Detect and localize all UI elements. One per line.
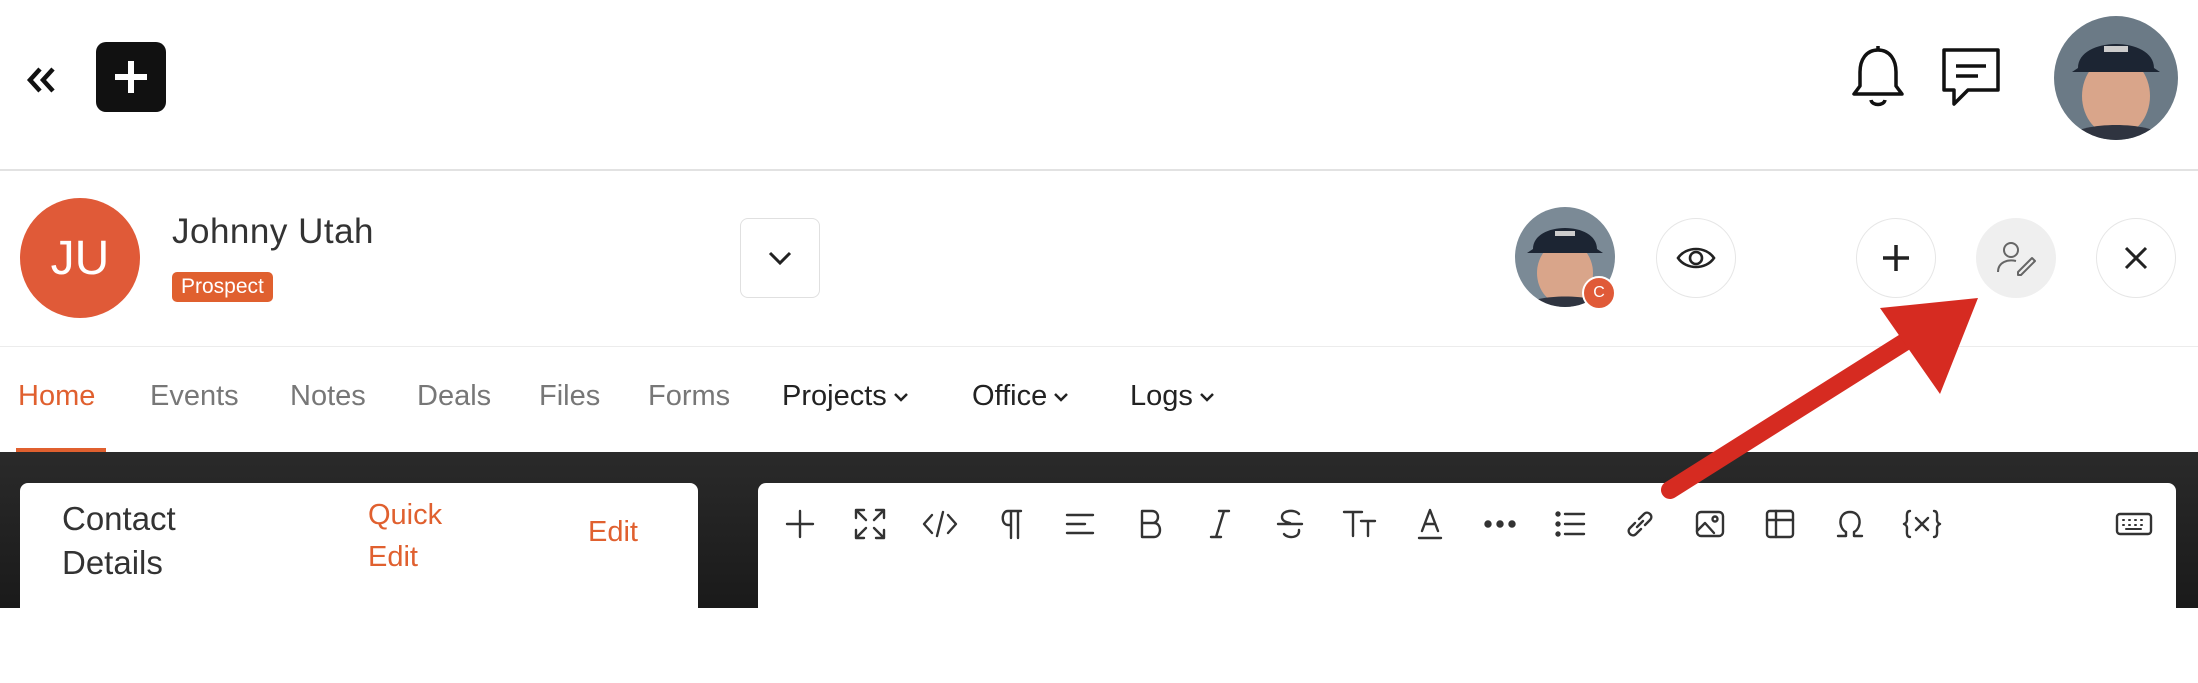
user-edit-icon xyxy=(1997,242,2036,276)
plus-icon xyxy=(1883,245,1909,271)
tab-deals[interactable]: Deals xyxy=(417,380,491,413)
list-icon[interactable] xyxy=(1550,504,1590,544)
tab-files[interactable]: Files xyxy=(539,380,600,413)
tab-office[interactable]: Office xyxy=(972,380,1069,413)
paragraph-icon[interactable] xyxy=(990,504,1030,544)
chevron-down-icon xyxy=(768,251,792,266)
tab-events[interactable]: Events xyxy=(150,380,239,413)
font-color-icon[interactable] xyxy=(1410,504,1450,544)
table-icon[interactable] xyxy=(1760,504,1800,544)
view-button[interactable] xyxy=(1656,218,1736,298)
contact-details-title: Contact Details xyxy=(62,500,176,581)
image-icon[interactable] xyxy=(1690,504,1730,544)
add-new-button[interactable] xyxy=(96,42,166,112)
chevron-down-icon xyxy=(893,393,908,403)
italic-icon[interactable] xyxy=(1200,504,1240,544)
align-icon[interactable] xyxy=(1060,504,1100,544)
tab-home[interactable]: Home xyxy=(18,380,95,413)
status-badge[interactable]: Prospect xyxy=(172,272,273,302)
close-button[interactable] xyxy=(2096,218,2176,298)
chevron-down-icon xyxy=(1200,393,1214,403)
collapse-sidebar-icon[interactable] xyxy=(22,50,62,110)
bold-icon[interactable] xyxy=(1130,504,1170,544)
keyboard-icon[interactable] xyxy=(2114,504,2154,544)
owner-role-badge: C xyxy=(1582,276,1616,310)
tab-office-label: Office xyxy=(972,380,1048,412)
tab-forms[interactable]: Forms xyxy=(648,380,730,413)
annotation-arrow xyxy=(1661,298,1978,499)
edit-link[interactable]: Edit xyxy=(588,516,638,549)
edit-contact-button[interactable] xyxy=(1976,218,2056,298)
link-icon[interactable] xyxy=(1620,504,1660,544)
code-icon[interactable] xyxy=(920,504,960,544)
contact-avatar: JU xyxy=(20,198,140,318)
tab-logs-label: Logs xyxy=(1130,380,1193,412)
eye-icon xyxy=(1676,247,1716,269)
plus-icon[interactable] xyxy=(780,504,820,544)
quick-edit-link[interactable]: Quick Edit xyxy=(368,494,468,578)
fullscreen-icon[interactable] xyxy=(850,504,890,544)
tab-projects-label: Projects xyxy=(782,380,887,412)
variable-icon[interactable] xyxy=(1900,504,1944,544)
close-icon xyxy=(2124,246,2148,270)
rich-text-editor[interactable] xyxy=(758,483,2176,683)
contact-name: Johnny Utah xyxy=(172,212,375,251)
messages-chat-icon[interactable] xyxy=(1938,44,2004,114)
plus-icon xyxy=(115,61,147,93)
contact-menu-dropdown[interactable] xyxy=(740,218,820,298)
add-button[interactable] xyxy=(1856,218,1936,298)
more-icon[interactable] xyxy=(1480,504,1520,544)
notifications-bell-icon[interactable] xyxy=(1846,44,1910,116)
chevron-down-icon xyxy=(1054,393,1069,403)
user-avatar[interactable] xyxy=(2054,16,2178,140)
omega-icon[interactable] xyxy=(1830,504,1870,544)
tab-notes[interactable]: Notes xyxy=(290,380,366,413)
tab-projects[interactable]: Projects xyxy=(782,380,909,413)
tab-logs[interactable]: Logs xyxy=(1130,380,1215,413)
strikethrough-icon[interactable] xyxy=(1270,504,1310,544)
text-size-icon[interactable] xyxy=(1340,504,1380,544)
